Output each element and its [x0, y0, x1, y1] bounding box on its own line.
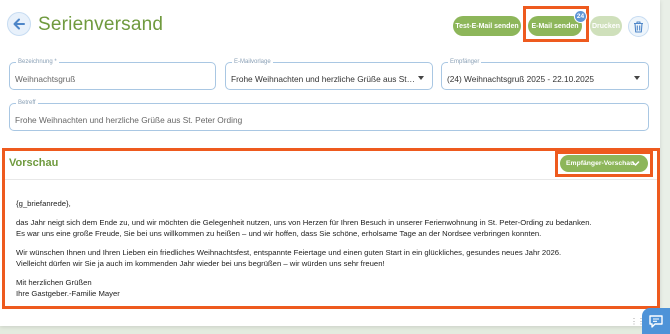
page-title: Serienversand: [38, 14, 164, 35]
preview-greeting: {g_briefanrede},: [16, 199, 71, 208]
recipient-label: Empfänger: [448, 58, 482, 67]
preview-line: Vielleicht dürfen wir Sie ja auch im kom…: [16, 259, 385, 268]
test-email-button[interactable]: Test-E-Mail senden: [453, 16, 521, 36]
email-template-value: Frohe Weihnachten und herzliche Grüße au…: [231, 74, 416, 84]
email-preview-body: {g_briefanrede}, das Jahr neigt sich dem…: [16, 198, 646, 300]
print-button[interactable]: Drucken: [590, 16, 622, 36]
highlight-recipient-preview: [555, 151, 653, 177]
preview-line: Ihre Gastgeber.-Familie Mayer: [16, 289, 120, 298]
subject-value[interactable]: Frohe Weihnachten und herzliche Grüße au…: [15, 115, 242, 125]
recipient-count-badge: 24: [574, 10, 587, 23]
preview-paragraph: das Jahr neigt sich dem Ende zu, und wir…: [16, 217, 646, 240]
preview-line: Wir wünschen Ihnen und Ihren Lieben ein …: [16, 247, 562, 257]
recipient-value: (24) Weihnachtsgruß 2025 - 22.10.2025: [447, 74, 594, 84]
trash-icon: [634, 20, 643, 33]
chat-icon: [649, 314, 663, 328]
subject-field[interactable]: Betreff Frohe Weihnachten und herzliche …: [9, 99, 649, 131]
preview-title: Vorschau: [9, 157, 59, 169]
divider: [5, 179, 657, 180]
preview-line: Mit herzlichen Grüßen: [16, 277, 92, 287]
recipient-select[interactable]: Empfänger (24) Weihnachtsgruß 2025 - 22.…: [441, 58, 649, 90]
preview-line: Es war uns eine große Freude, Sie bei un…: [16, 229, 542, 238]
back-button[interactable]: [7, 12, 31, 36]
subject-label: Betreff: [16, 99, 38, 108]
email-template-select[interactable]: E-Mailvorlage Frohe Weihnachten und herz…: [225, 58, 433, 90]
delete-button[interactable]: [628, 16, 649, 37]
serienversand-card: Serienversand Test-E-Mail senden E-Mail …: [0, 0, 660, 326]
bezeichnung-label: Bezeichnung *: [16, 58, 59, 67]
preview-signature: Mit herzlichen Grüßen Ihre Gastgeber.-Fa…: [16, 277, 646, 300]
preview-paragraph: Wir wünschen Ihnen und Ihren Lieben ein …: [16, 247, 646, 270]
arrow-left-icon: [13, 18, 25, 30]
email-template-label: E-Mailvorlage: [232, 58, 273, 67]
preview-line: das Jahr neigt sich dem Ende zu, und wir…: [16, 217, 592, 227]
bezeichnung-field[interactable]: Bezeichnung * Weihnachtsgruß: [9, 58, 216, 90]
chat-button[interactable]: [642, 308, 670, 334]
bezeichnung-value[interactable]: Weihnachtsgruß: [15, 74, 75, 84]
chevron-down-icon[interactable]: [418, 76, 424, 80]
chevron-down-icon[interactable]: [634, 76, 640, 80]
